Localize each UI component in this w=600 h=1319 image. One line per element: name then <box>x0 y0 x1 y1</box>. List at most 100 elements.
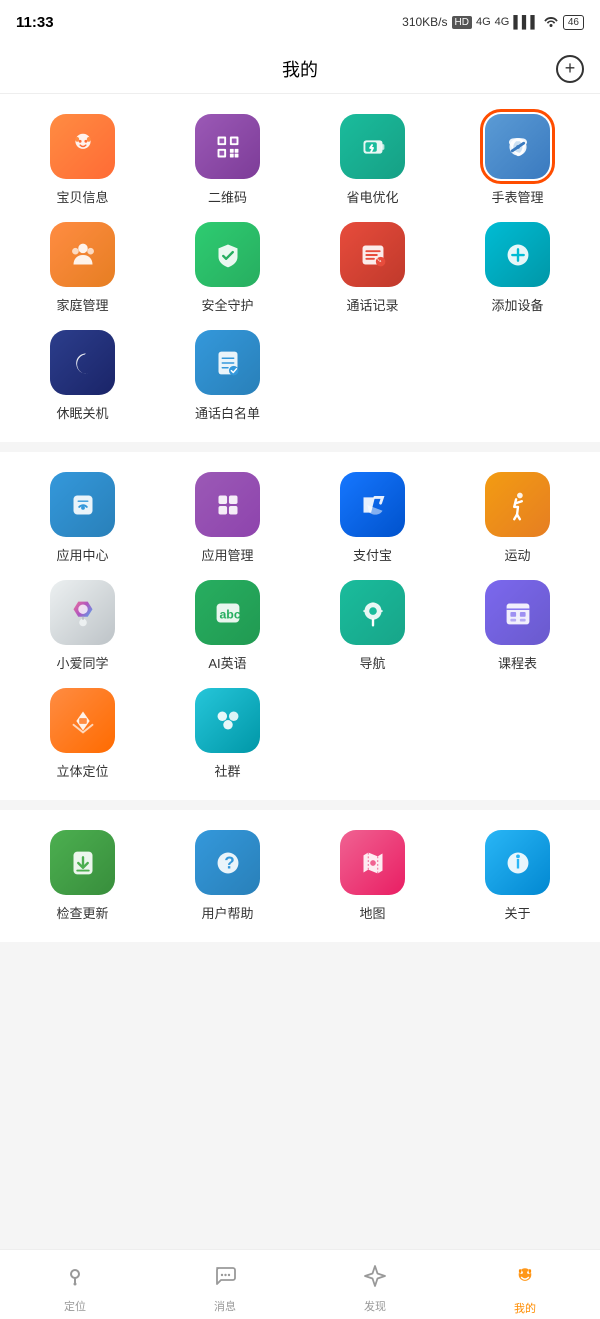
app-battery[interactable]: 省电优化 <box>300 114 445 206</box>
app-community[interactable]: 社群 <box>155 688 300 780</box>
aienglish-icon: abc <box>195 580 260 645</box>
app-sleep[interactable]: 休眠关机 <box>10 330 155 422</box>
appcenter-icon <box>50 472 115 537</box>
app-update[interactable]: 检查更新 <box>10 830 155 922</box>
location-nav-icon <box>63 1264 87 1294</box>
xiaoai-label: 小爱同学 <box>56 653 108 672</box>
sleep-label: 休眠关机 <box>56 403 108 422</box>
alipay-label: 支付宝 <box>353 545 392 564</box>
app-baobei[interactable]: 宝贝信息 <box>10 114 155 206</box>
calls-icon <box>340 222 405 287</box>
signal-icon: ▌▌▌ <box>513 15 539 29</box>
appcenter-label: 应用中心 <box>56 545 108 564</box>
schedule-icon <box>485 580 550 645</box>
schedule-label: 课程表 <box>498 653 537 672</box>
4g-icon2: 4G <box>495 16 510 28</box>
adddevice-label: 添加设备 <box>491 295 543 314</box>
tracking-label: 立体定位 <box>56 761 108 780</box>
adddevice-icon <box>485 222 550 287</box>
navigate-icon <box>340 580 405 645</box>
aienglish-label: AI英语 <box>208 653 246 672</box>
about-icon: i <box>485 830 550 895</box>
app-whitelist[interactable]: 通话白名单 <box>155 330 300 422</box>
app-appmanage[interactable]: 应用管理 <box>155 472 300 564</box>
whitelist-label: 通话白名单 <box>195 403 260 422</box>
navigate-label: 导航 <box>359 653 385 672</box>
about-label: 关于 <box>504 903 530 922</box>
app-grid-apps: 应用中心 应用管理 支付宝 <box>10 472 590 780</box>
status-icons: 310KB/s HD 4G 4G ▌▌▌ 46 <box>402 15 584 30</box>
app-appcenter[interactable]: 应用中心 <box>10 472 155 564</box>
app-map[interactable]: 地图 <box>300 830 445 922</box>
safety-icon <box>195 222 260 287</box>
help-icon: ? <box>195 830 260 895</box>
app-grid-utils: 检查更新 ? 用户帮助 地图 <box>10 830 590 922</box>
section-device: 宝贝信息 二维码 <box>0 94 600 442</box>
update-label: 检查更新 <box>56 903 108 922</box>
bottom-nav: 定位 消息 发现 <box>0 1249 600 1319</box>
battery-label: 省电优化 <box>346 187 398 206</box>
community-label: 社群 <box>214 761 240 780</box>
qrcode-icon <box>195 114 260 179</box>
app-xiaoai[interactable]: 小爱同学 <box>10 580 155 672</box>
app-tracking[interactable]: 立体定位 <box>10 688 155 780</box>
alipay-icon <box>340 472 405 537</box>
safety-label: 安全守护 <box>201 295 253 314</box>
community-icon <box>195 688 260 753</box>
qrcode-label: 二维码 <box>208 187 247 206</box>
map-label: 地图 <box>359 903 385 922</box>
nav-mine-label: 我的 <box>514 1300 536 1316</box>
nav-discover-label: 发现 <box>364 1298 386 1314</box>
app-alipay[interactable]: 支付宝 <box>300 472 445 564</box>
plus-icon: + <box>565 58 576 79</box>
app-grid-device: 宝贝信息 二维码 <box>10 114 590 422</box>
xiaoai-icon <box>50 580 115 645</box>
baobei-label: 宝贝信息 <box>56 187 108 206</box>
appmanage-icon <box>195 472 260 537</box>
nav-mine[interactable]: 我的 <box>450 1254 600 1316</box>
message-nav-icon <box>213 1264 237 1294</box>
section-apps: 应用中心 应用管理 支付宝 <box>0 452 600 800</box>
app-family[interactable]: 家庭管理 <box>10 222 155 314</box>
app-sport[interactable]: 运动 <box>445 472 590 564</box>
mine-nav-icon <box>511 1262 539 1296</box>
sport-icon <box>485 472 550 537</box>
app-aienglish[interactable]: abc AI英语 <box>155 580 300 672</box>
nav-discover[interactable]: 发现 <box>300 1256 450 1314</box>
page-title: 我的 <box>282 56 318 82</box>
app-navigate[interactable]: 导航 <box>300 580 445 672</box>
help-label: 用户帮助 <box>201 903 253 922</box>
watch-label: 手表管理 <box>491 187 543 206</box>
tracking-icon <box>50 688 115 753</box>
app-help[interactable]: ? 用户帮助 <box>155 830 300 922</box>
section-utils: 检查更新 ? 用户帮助 地图 <box>0 810 600 942</box>
battery-icon-app <box>340 114 405 179</box>
family-label: 家庭管理 <box>56 295 108 314</box>
app-safety[interactable]: 安全守护 <box>155 222 300 314</box>
nav-message[interactable]: 消息 <box>150 1256 300 1314</box>
network-speed: 310KB/s <box>402 15 447 29</box>
nav-message-label: 消息 <box>214 1298 236 1314</box>
svg-text:?: ? <box>224 853 234 872</box>
sleep-icon <box>50 330 115 395</box>
app-qrcode[interactable]: 二维码 <box>155 114 300 206</box>
baobei-icon <box>50 114 115 179</box>
watch-icon <box>485 114 550 179</box>
app-calls[interactable]: 通话记录 <box>300 222 445 314</box>
add-button[interactable]: + <box>556 55 584 83</box>
map-icon <box>340 830 405 895</box>
app-about[interactable]: i 关于 <box>445 830 590 922</box>
status-bar: 11:33 310KB/s HD 4G 4G ▌▌▌ 46 <box>0 0 600 44</box>
appmanage-label: 应用管理 <box>201 545 253 564</box>
app-adddevice[interactable]: 添加设备 <box>445 222 590 314</box>
calls-label: 通话记录 <box>346 295 398 314</box>
status-time: 11:33 <box>16 14 54 31</box>
wifi-icon <box>543 15 559 30</box>
app-watch[interactable]: 手表管理 <box>445 114 590 206</box>
page-header: 我的 + <box>0 44 600 94</box>
sport-label: 运动 <box>504 545 530 564</box>
app-schedule[interactable]: 课程表 <box>445 580 590 672</box>
svg-text:abc: abc <box>219 607 240 621</box>
nav-location[interactable]: 定位 <box>0 1256 150 1314</box>
nav-location-label: 定位 <box>64 1298 86 1314</box>
